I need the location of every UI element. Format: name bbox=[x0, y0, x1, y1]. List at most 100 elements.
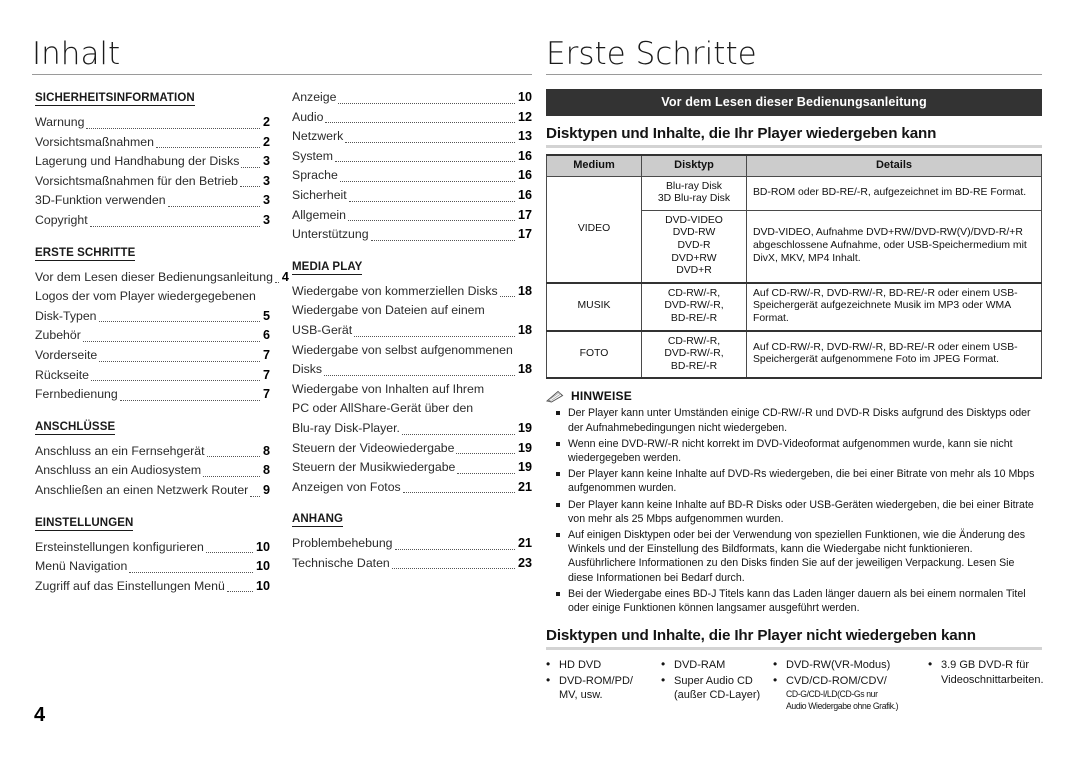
toc-entry-page: 10 bbox=[517, 90, 532, 104]
toc-leader bbox=[370, 239, 515, 241]
left-page: Inhalt bbox=[32, 36, 532, 75]
table-row: VIDEO Blu-ray Disk 3D Blu-ray Disk BD-RO… bbox=[546, 175, 1042, 284]
toc-entry[interactable]: Steuern der Videowiedergabe 19 bbox=[292, 439, 532, 459]
notes-block: HINWEISE Der Player kann unter Umständen… bbox=[545, 389, 1042, 615]
toc-entry-page: 16 bbox=[517, 168, 532, 183]
toc-entry-label: Sicherheit bbox=[292, 187, 347, 202]
nonplayable-heading-rule bbox=[546, 647, 1042, 651]
cell-details: DVD-VIDEO, Aufnahme DVD+RW/DVD-RW(V)/DVD… bbox=[746, 209, 1042, 284]
toc-entry[interactable]: Disks 18 bbox=[292, 360, 532, 380]
toc-entry-label: Warnung bbox=[35, 115, 85, 129]
toc-entry[interactable]: Menü Navigation 10 bbox=[35, 557, 270, 577]
toc-entry[interactable]: PC oder AllShare-Gerät über den bbox=[292, 399, 532, 419]
toc-entry-label: Audio bbox=[292, 109, 324, 124]
toc-entry[interactable]: Vorsichtsmaßnahmen 2 bbox=[35, 133, 270, 153]
list-item-text: HD DVD bbox=[559, 659, 602, 672]
toc-entry[interactable]: Vorderseite 7 bbox=[35, 346, 270, 366]
toc-entry[interactable]: Wiedergabe von Dateien auf einem bbox=[292, 301, 532, 321]
toc-entry-page: 8 bbox=[262, 463, 270, 478]
pencil-icon bbox=[545, 390, 564, 403]
toc-entry[interactable]: Warnung 2 bbox=[35, 113, 270, 133]
toc-entry-label: USB-Gerät bbox=[292, 322, 353, 337]
toc-entry[interactable]: System 16 bbox=[292, 147, 532, 167]
toc-entry-label: Zugriff auf das Einstellungen Menü bbox=[35, 578, 225, 593]
toc-leader bbox=[354, 335, 515, 337]
toc-entry[interactable]: Fernbedienung 7 bbox=[35, 385, 270, 405]
note-item: Der Player kann unter Umständen einige C… bbox=[546, 406, 1042, 434]
toc-entry-label: PC oder AllShare-Gerät über den bbox=[292, 401, 474, 416]
toc-leader bbox=[391, 567, 515, 570]
toc-entry[interactable]: Wiedergabe von kommerziellen Disks 18 bbox=[292, 282, 532, 302]
toc-entry[interactable]: Rückseite 7 bbox=[35, 366, 270, 386]
toc-entry[interactable]: Anzeigen von Fotos 21 bbox=[292, 478, 532, 498]
toc-leader bbox=[250, 495, 260, 497]
toc-section-heading: ANSCHLÜSSE bbox=[35, 420, 116, 435]
toc-entry-page: 10 bbox=[255, 539, 270, 554]
toc-leader bbox=[348, 200, 515, 202]
nonplayable-column: HD DVD DVD-ROM/PD/ MV, usw. bbox=[546, 657, 661, 712]
toc-entry-page: 7 bbox=[262, 367, 270, 382]
toc-entry[interactable]: 3D-Funktion verwenden 3 bbox=[35, 191, 270, 211]
list-item: DVD-RW(VR-Modus) bbox=[773, 657, 928, 673]
toc-leader bbox=[487, 316, 529, 317]
toc-entry-label: Ersteinstellungen konfigurieren bbox=[35, 539, 204, 554]
page-number: 4 bbox=[34, 704, 46, 726]
list-item-text: DVD-ROM/PD/ bbox=[559, 674, 633, 687]
toc-leader bbox=[338, 102, 515, 104]
toc-entry-label: Technische Daten bbox=[292, 555, 390, 570]
toc-entry[interactable]: Netzwerk 13 bbox=[292, 127, 532, 147]
toc-leader bbox=[457, 472, 515, 474]
list-item: HD DVD bbox=[546, 657, 661, 673]
list-item-smalltext: CD-G/CD-I/LD(CD-Gs nur Audio Wiedergabe … bbox=[786, 688, 899, 711]
toc-entry-label: System bbox=[292, 148, 333, 163]
toc-entry[interactable]: Disk-Typen 5 bbox=[35, 307, 270, 327]
toc-entry[interactable]: Anschluss an ein Fernsehgerät 8 bbox=[35, 442, 270, 462]
toc-entry[interactable]: Zugriff auf das Einstellungen Menü 10 bbox=[35, 577, 270, 597]
table-row: FOTO CD-RW/-R, DVD-RW/-R, BD-RE/-R Auf C… bbox=[546, 329, 1042, 380]
toc-leader bbox=[456, 452, 515, 455]
toc-entry-label: Wiedergabe von Dateien auf einem bbox=[292, 303, 485, 318]
list-item-text: Super Audio CD bbox=[674, 674, 753, 687]
toc-entry[interactable]: Wiedergabe von selbst aufgenommenen bbox=[292, 341, 532, 361]
toc-entry[interactable]: Copyright 3 bbox=[35, 211, 270, 231]
toc-entry[interactable]: Anschließen an einen Netzwerk Router 9 bbox=[35, 481, 270, 501]
toc-entry[interactable]: USB-Gerät 18 bbox=[292, 321, 532, 341]
toc-entry[interactable]: Audio 12 bbox=[292, 108, 532, 128]
toc-entry-label: Copyright bbox=[35, 212, 88, 227]
toc-leader bbox=[258, 302, 267, 303]
toc-leader bbox=[86, 127, 260, 129]
toc-entry[interactable]: Steuern der Musikwiedergabe 19 bbox=[292, 458, 532, 478]
toc-entry[interactable]: Sicherheit 16 bbox=[292, 186, 532, 206]
toc-entry[interactable]: Blu-ray Disk-Player. 19 bbox=[292, 419, 532, 439]
toc-entry-label: Vor dem Lesen dieser Bedienungsanleitung bbox=[35, 269, 273, 284]
toc-entry[interactable]: Problembehebung 21 bbox=[292, 534, 532, 554]
cell-details: BD-ROM oder BD-RE/-R, aufgezeichnet im B… bbox=[746, 175, 1042, 211]
note-item: Der Player kann keine Inhalte auf DVD-Rs… bbox=[546, 467, 1042, 495]
toc-entry[interactable]: Vorsichtsmaßnahmen für den Betrieb 3 bbox=[35, 172, 270, 192]
toc-entry-label: 3D-Funktion verwenden bbox=[35, 193, 166, 208]
toc-leader bbox=[91, 379, 260, 382]
toc-entry[interactable]: Allgemein 17 bbox=[292, 206, 532, 226]
toc-entry-label: Menü Navigation bbox=[35, 559, 128, 574]
cell-details: Auf CD-RW/-R, DVD-RW/-R, BD-RE/-R oder e… bbox=[746, 329, 1042, 380]
cell-disktyp: Blu-ray Disk 3D Blu-ray Disk bbox=[641, 175, 747, 211]
toc-entry[interactable]: Sprache 16 bbox=[292, 166, 532, 186]
toc-entry[interactable]: Unterstützung 17 bbox=[292, 225, 532, 245]
toc-entry[interactable]: Technische Daten 23 bbox=[292, 554, 532, 574]
toc-entry[interactable]: Vor dem Lesen dieser Bedienungsanleitung… bbox=[35, 268, 289, 288]
toc-entry-page: 17 bbox=[517, 207, 532, 222]
toc-entry-label: Unterstützung bbox=[292, 227, 369, 242]
toc-leader bbox=[119, 399, 260, 401]
toc-entry[interactable]: Anschluss an ein Audiosystem 8 bbox=[35, 461, 270, 481]
toc-leader bbox=[401, 433, 515, 435]
toc-column-1: SICHERHEITSINFORMATION Warnung 2 Vorsich… bbox=[35, 88, 289, 608]
toc-entry[interactable]: Logos der vom Player wiedergegebenen bbox=[35, 287, 270, 307]
toc-entry-label: Lagerung und Handhabung der Disks bbox=[35, 154, 240, 169]
toc-entry[interactable]: Lagerung und Handhabung der Disks 3 bbox=[35, 152, 270, 172]
toc-leader bbox=[203, 475, 260, 477]
toc-entry[interactable]: Wiedergabe von Inhalten auf Ihrem bbox=[292, 380, 532, 400]
toc-entry[interactable]: Zubehör 6 bbox=[35, 326, 270, 346]
toc-entry[interactable]: Ersteinstellungen konfigurieren 10 bbox=[35, 538, 270, 558]
toc-entry[interactable]: Anzeige 10 bbox=[292, 88, 532, 108]
toc-entry-page: 19 bbox=[517, 460, 532, 475]
